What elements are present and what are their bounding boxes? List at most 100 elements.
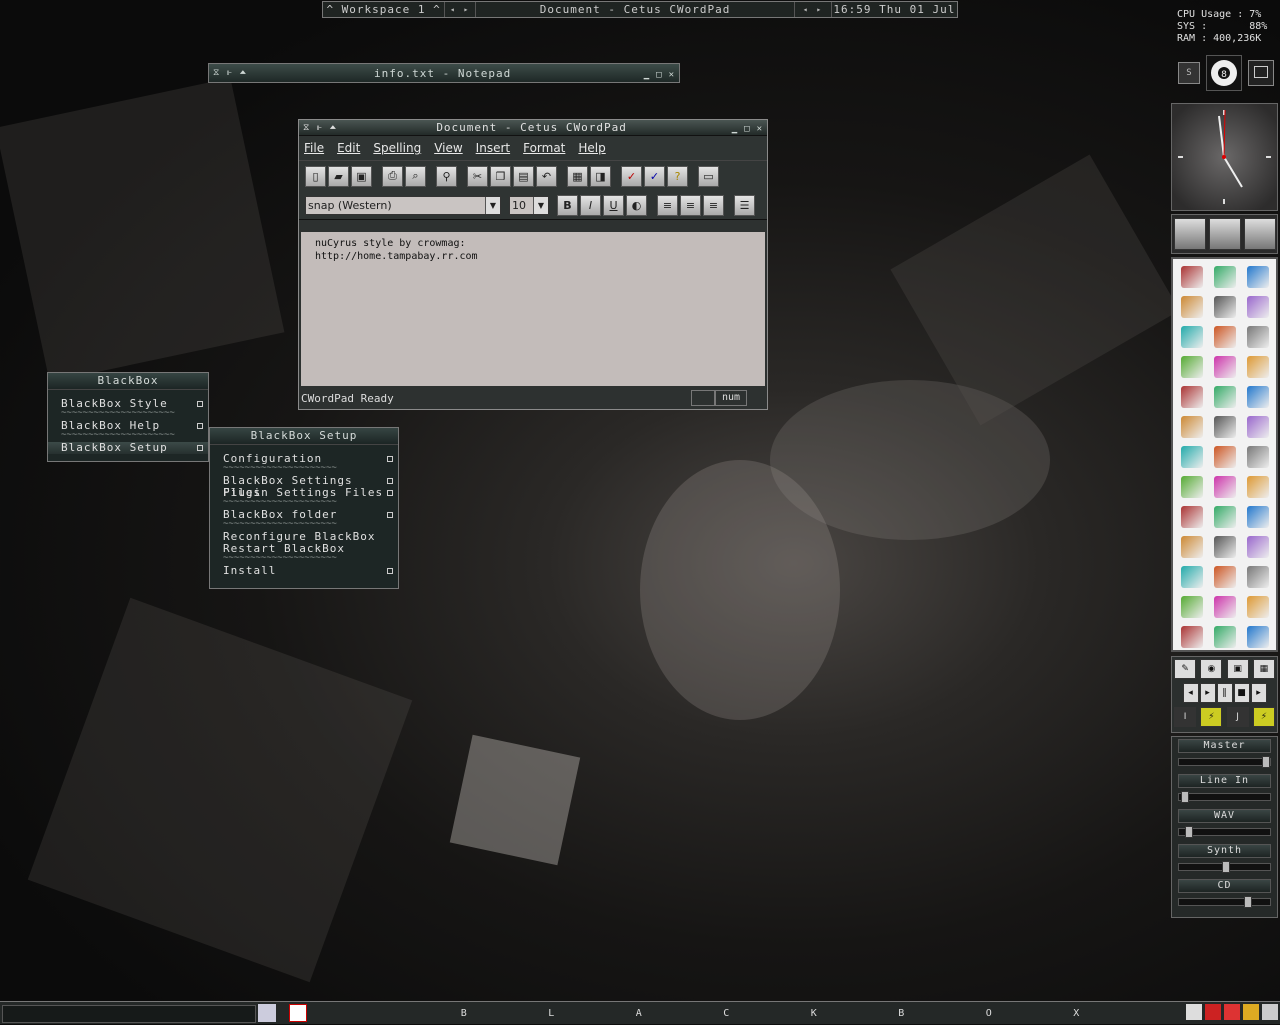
maximize-icon[interactable]: □ [744,124,750,134]
spellcheck-icon[interactable]: ✓ [621,165,642,187]
window-icon[interactable] [1241,622,1274,652]
magnet-icon[interactable] [1241,502,1274,532]
compiler-icon[interactable] [1208,412,1241,442]
grid-icon[interactable]: ▦ [1252,659,1275,679]
menu-spelling[interactable]: Spelling [373,141,421,155]
minimize-icon[interactable]: ▁ [644,70,650,80]
drive-icon[interactable] [1208,352,1241,382]
pause-icon[interactable] [1175,622,1208,652]
info-icon[interactable]: I [1174,707,1197,727]
joystick-icon[interactable] [1241,562,1274,592]
menu-item-plugin-settings-files[interactable]: Plugin Settings Files [210,487,398,499]
slider-knob[interactable] [1221,861,1230,873]
app-tray-icon[interactable] [1205,1004,1221,1020]
eye-icon[interactable]: ◉ [1200,659,1223,679]
underline-icon[interactable]: U [603,194,624,216]
print-icon[interactable]: ⎙ [382,165,403,187]
insert-date-icon[interactable]: ▦ [567,165,588,187]
app-tray-icon[interactable] [1262,1004,1278,1020]
ftp-icon[interactable] [1241,262,1274,292]
app-tray-icon[interactable] [1243,1004,1259,1020]
menu-help[interactable]: Help [578,141,605,155]
slider-knob[interactable] [1262,756,1271,768]
cd-tool-icon[interactable] [1208,622,1241,652]
align-left-icon[interactable]: ≡ [657,194,678,216]
volume-slider[interactable] [1178,826,1271,838]
browser-icon[interactable] [1208,262,1241,292]
workspace-arrows[interactable]: ◂ ▸ [445,2,477,17]
link-icon[interactable] [1241,292,1274,322]
package-icon[interactable] [1241,382,1274,412]
bold-icon[interactable]: B [557,194,578,216]
taskbar-area[interactable] [2,1005,256,1023]
current-window-title[interactable]: Document - Cetus CWordPad [476,2,796,17]
bullets-icon[interactable]: ☰ [734,194,755,216]
pencil-icon[interactable]: ✎ [1174,659,1197,679]
editor-icon[interactable] [1208,322,1241,352]
tools-icon[interactable] [1175,412,1208,442]
error-icon[interactable] [1208,532,1241,562]
copy-icon[interactable]: ❐ [490,165,511,187]
keyboard-icon[interactable] [1208,502,1241,532]
close-icon[interactable]: ✕ [669,70,675,80]
open-folder-icon[interactable]: ▰ [328,165,349,187]
pt-icon[interactable] [1175,442,1208,472]
stop-icon[interactable]: ■ [1233,683,1250,703]
notepad-icon[interactable] [1175,322,1208,352]
gimp-icon[interactable] [1208,382,1241,412]
plug-icon[interactable] [1173,218,1206,250]
menu-file[interactable]: File [304,141,324,155]
chevron-down-icon[interactable]: ▼ [485,196,500,214]
jump-icon[interactable]: J [1226,707,1249,727]
box-icon[interactable] [1175,472,1208,502]
lightbulb-icon[interactable] [1208,292,1241,322]
save-icon[interactable]: ▣ [351,165,372,187]
window-arrows[interactable]: ◂ ▸ [795,2,832,17]
window-icon[interactable] [1248,60,1274,86]
menu-item-restart[interactable]: Restart BlackBox [210,543,398,555]
chevron-down-icon[interactable]: ▼ [533,196,548,214]
document-area[interactable]: nuCyrus style by crowmag: http://home.ta… [301,232,765,386]
parrot-icon[interactable] [1175,562,1208,592]
close-icon[interactable]: ✕ [757,124,763,134]
volume-slider[interactable] [1178,791,1271,803]
bars-icon[interactable] [1241,532,1274,562]
paste-icon[interactable]: ▤ [513,165,534,187]
paint-icon[interactable] [1175,382,1208,412]
workspace-label[interactable]: ^ Workspace 1 ^ [323,2,446,17]
pro-icon[interactable] [1208,562,1241,592]
italic-icon[interactable]: I [580,194,601,216]
menu-edit[interactable]: Edit [337,141,360,155]
font-icon[interactable] [1208,442,1241,472]
meter-icon[interactable] [1208,592,1241,622]
pause-icon[interactable]: ‖ [1216,683,1233,703]
slider-knob[interactable] [1180,791,1189,803]
menu-item-blackbox-setup[interactable]: BlackBox Setup [48,442,208,454]
wordpad-system-icons[interactable]: ⧖ ⊩ ⏶ [303,123,337,133]
notepad-system-icons[interactable]: ⧖ ⊩ ⏶ [213,68,247,78]
menu-view[interactable]: View [434,141,462,155]
insert-object-icon[interactable]: ◨ [590,165,611,187]
s-button[interactable]: S [1178,62,1200,84]
drum-icon[interactable] [1241,472,1274,502]
cards-icon[interactable] [1208,218,1241,250]
help-icon[interactable]: ? [667,165,688,187]
eight-ball-icon[interactable]: 8 [1206,55,1242,91]
antenna-icon[interactable] [1241,592,1274,622]
pen-icon[interactable] [1241,322,1274,352]
wordpad-task-icon[interactable] [288,1004,307,1022]
undo-icon[interactable]: ↶ [536,165,557,187]
slider-knob[interactable] [1244,896,1253,908]
wave-icon[interactable] [1175,502,1208,532]
font-size-select[interactable]: 10 ▼ [509,195,549,215]
next-icon[interactable]: ▸ [1250,683,1267,703]
volume-slider[interactable] [1178,896,1271,908]
network-icon[interactable] [1175,292,1208,322]
cut-icon[interactable]: ✂ [467,165,488,187]
menu-item-blackbox-folder[interactable]: BlackBox folder [210,509,398,521]
cube-icon[interactable] [1243,218,1276,250]
menu-item-configuration[interactable]: Configuration [210,453,398,465]
font-select[interactable]: snap (Western) ▼ [305,195,501,215]
maximize-icon[interactable]: □ [656,70,662,80]
spider-icon[interactable] [1175,262,1208,292]
